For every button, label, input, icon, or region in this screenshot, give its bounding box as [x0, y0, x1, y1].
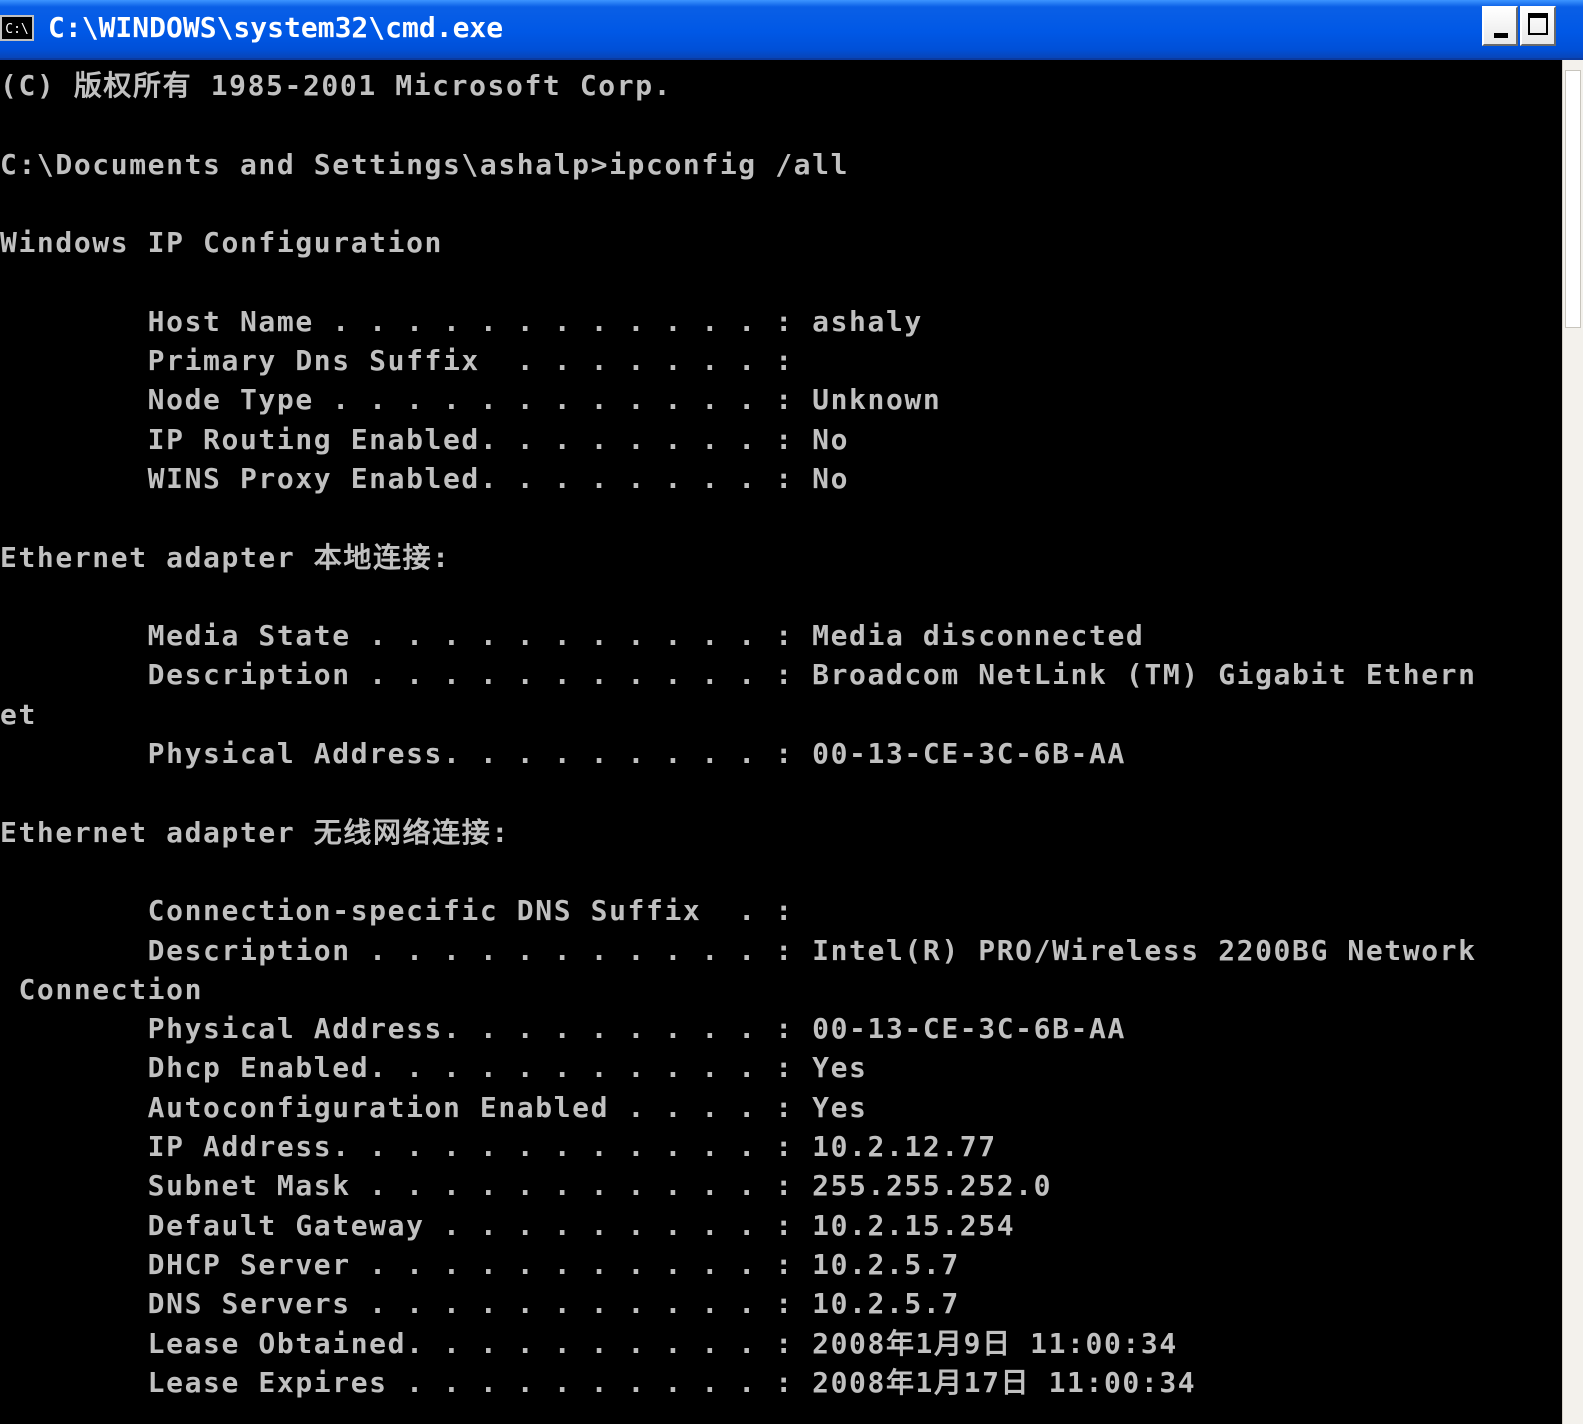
maximize-button[interactable]: [1520, 6, 1556, 46]
cmd-icon[interactable]: C:\: [0, 15, 34, 41]
minimize-icon: [1494, 33, 1508, 38]
console-line: Connection: [0, 972, 204, 1006]
console-line: IP Address. . . . . . . . . . . . : 10.2…: [0, 1130, 997, 1164]
console-line: Media State . . . . . . . . . . . : Medi…: [0, 619, 1145, 653]
console-line: Physical Address. . . . . . . . . : 00-1…: [0, 1012, 1126, 1046]
cmd-window: C:\ C:\WINDOWS\system32\cmd.exe (C) 版权所有…: [0, 0, 1583, 1424]
console-line: Node Type . . . . . . . . . . . . : Unkn…: [0, 383, 942, 417]
console-line: Description . . . . . . . . . . . : Broa…: [0, 658, 1477, 692]
console-line: Ethernet adapter 本地连接:: [0, 540, 451, 574]
console-line: Host Name . . . . . . . . . . . . : asha…: [0, 304, 923, 338]
console-line: Lease Expires . . . . . . . . . . : 2008…: [0, 1365, 1197, 1399]
console-line: Windows IP Configuration: [0, 226, 443, 260]
console-line: Physical Address. . . . . . . . . : 00-1…: [0, 737, 1126, 771]
console-line: Default Gateway . . . . . . . . . : 10.2…: [0, 1208, 1016, 1242]
console-line: Subnet Mask . . . . . . . . . . . : 255.…: [0, 1169, 1053, 1203]
console-line: Dhcp Enabled. . . . . . . . . . . : Yes: [0, 1051, 868, 1085]
console-line: IP Routing Enabled. . . . . . . . : No: [0, 422, 850, 456]
console-line: Ethernet adapter 无线网络连接:: [0, 815, 510, 849]
console-line: DNS Servers . . . . . . . . . . . : 10.2…: [0, 1287, 960, 1321]
console-output-area[interactable]: (C) 版权所有 1985-2001 Microsoft Corp. C:\Do…: [0, 60, 1562, 1424]
scrollbar-thumb[interactable]: [1565, 70, 1581, 328]
console-line: Lease Obtained. . . . . . . . . . : 2008…: [0, 1326, 1178, 1360]
console-line: Description . . . . . . . . . . . : Inte…: [0, 933, 1477, 967]
maximize-icon: [1528, 13, 1548, 35]
window-title: C:\WINDOWS\system32\cmd.exe: [48, 11, 504, 44]
console-line: Primary Dns Suffix . . . . . . . :: [0, 344, 794, 378]
minimize-button[interactable]: [1482, 6, 1518, 46]
console-line: et: [0, 697, 37, 731]
console-output: (C) 版权所有 1985-2001 Microsoft Corp. C:\Do…: [0, 66, 1477, 1402]
console-line: WINS Proxy Enabled. . . . . . . . : No: [0, 461, 850, 495]
console-line: DHCP Server . . . . . . . . . . . : 10.2…: [0, 1247, 960, 1281]
console-line: Autoconfiguration Enabled . . . . : Yes: [0, 1090, 868, 1124]
console-line: (C) 版权所有 1985-2001 Microsoft Corp.: [0, 69, 673, 102]
vertical-scrollbar[interactable]: [1562, 60, 1583, 1424]
console-line: Connection-specific DNS Suffix . :: [0, 894, 794, 928]
title-bar[interactable]: C:\ C:\WINDOWS\system32\cmd.exe: [0, 0, 1583, 60]
console-line: C:\Documents and Settings\ashalp>ipconfi…: [0, 147, 850, 181]
